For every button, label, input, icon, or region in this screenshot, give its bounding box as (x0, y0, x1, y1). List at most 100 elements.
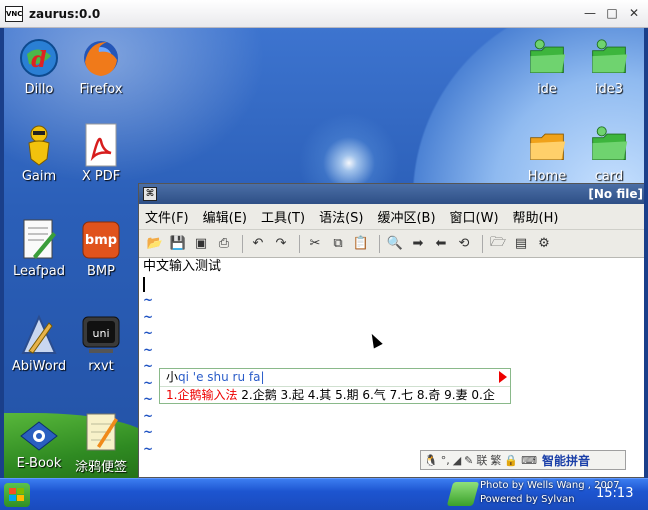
find-prev-icon[interactable]: ⬅ (431, 234, 451, 254)
menu-file[interactable]: 文件(F) (145, 207, 189, 226)
settings-icon[interactable]: ✎ (464, 454, 473, 467)
desktop: d Dillo Firefox Gaim X PDF Leafpad bmp B… (4, 28, 644, 478)
empty-line-marker: ~ (143, 425, 154, 439)
menubar: 文件(F) 编辑(E) 工具(T) 语法(S) 缓冲区(B) 窗口(W) 帮助(… (139, 204, 644, 230)
save-session-icon[interactable]: ▤ (511, 234, 531, 254)
redo-icon[interactable]: ↷ (271, 234, 291, 254)
editor-file-status: [No file] (588, 187, 643, 201)
vnc-logo-icon: VNC (5, 5, 23, 22)
dillo-icon: d (19, 36, 59, 80)
notepad-icon (81, 410, 121, 454)
punctuation-icon[interactable]: °, (441, 454, 450, 467)
desktop-icon-firefox[interactable]: Firefox (66, 36, 136, 97)
find-icon[interactable]: 🔍 (385, 234, 405, 254)
ime-candidate-list[interactable]: 1.企鹅输入法 2.企鹅 3.起 4.其 5.期 6.气 7.七 8.奇 9.妻… (160, 386, 510, 403)
terminal-icon: uni (81, 313, 121, 357)
svg-text:d: d (31, 47, 46, 73)
desktop-icon-rxvt[interactable]: uni rxvt (66, 313, 136, 374)
empty-line-marker: ~ (143, 408, 154, 423)
desktop-icon-card[interactable]: card (574, 123, 644, 184)
folder-icon (527, 36, 567, 80)
replace-icon[interactable]: ⟲ (454, 234, 474, 254)
menu-buffers[interactable]: 缓冲区(B) (377, 207, 435, 226)
bmp-badge-text: bmp (85, 233, 117, 248)
menu-edit[interactable]: 编辑(E) (203, 207, 247, 226)
ime-candidate-first[interactable]: 1.企鹅输入法 (166, 388, 237, 402)
folder-icon (589, 123, 629, 167)
ime-candidate-rest[interactable]: 2.企鹅 3.起 4.其 5.期 6.气 7.七 8.奇 9.妻 0.企 (241, 388, 495, 402)
text-line: 中文输入测试 (143, 259, 222, 274)
text-area[interactable]: 中文输入测试 ~ ~ ~ ~ ~ ~ ~ ~ ~ ~ (139, 258, 644, 457)
tray-logo-icon (446, 482, 480, 506)
ime-mode-label[interactable]: 智能拼音 (542, 452, 590, 469)
close-button[interactable]: ✕ (628, 6, 640, 20)
desktop-icon-ebook[interactable]: E-Book (4, 410, 74, 471)
empty-line-marker: ~ (143, 309, 154, 324)
abiword-icon (19, 313, 59, 357)
windows-logo-icon (9, 488, 24, 501)
ime-status-bar: 🐧 °, ◢ ✎ 联 繁 🔒 ⌨ 智能拼音 (420, 450, 626, 470)
ime-candidate-window: 小qi 'e shu ru fa| 1.企鹅输入法 2.企鹅 3.起 4.其 5… (159, 368, 511, 404)
run-script-icon[interactable]: ⚙ (534, 234, 554, 254)
menu-syntax[interactable]: 语法(S) (319, 207, 363, 226)
paste-icon[interactable]: 📋 (351, 234, 371, 254)
toolbar: 📂 💾 ▣ ⎙ ↶ ↷ ✂ ⧉ 📋 🔍 ➡ ⬅ ⟲ 🗁 ▤ ⚙ (139, 230, 644, 258)
menu-window[interactable]: 窗口(W) (450, 207, 499, 226)
ime-preedit-cursor: | (260, 370, 265, 384)
fullwidth-icon[interactable]: ◢ (453, 454, 461, 467)
ime-preedit-pinyin: qi 'e shu ru fa (178, 370, 261, 384)
desktop-icon-abiword[interactable]: AbiWord (4, 313, 74, 374)
empty-line-marker: ~ (143, 342, 154, 357)
desktop-icon-home[interactable]: Home (512, 123, 582, 184)
desktop-icon-xpdf[interactable]: X PDF (66, 123, 136, 184)
minimize-button[interactable]: — (584, 6, 596, 20)
print-icon[interactable]: ⎙ (214, 234, 234, 254)
toolbar-separator (482, 234, 483, 253)
window-titlebar: VNC zaurus:0.0 — □ ✕ (0, 0, 648, 28)
load-session-icon[interactable]: 🗁 (488, 234, 508, 254)
maximize-button[interactable]: □ (606, 6, 618, 20)
open-icon[interactable]: 📂 (145, 234, 165, 254)
undo-icon[interactable]: ↶ (248, 234, 268, 254)
desktop-icon-dillo[interactable]: d Dillo (4, 36, 74, 97)
cut-icon[interactable]: ✂ (305, 234, 325, 254)
find-next-icon[interactable]: ➡ (408, 234, 428, 254)
window-title: zaurus:0.0 (29, 6, 101, 21)
keyboard-icon[interactable]: ⌨ (521, 454, 537, 467)
editor-window: ⌘ [No file] 文件(F) 编辑(E) 工具(T) 语法(S) 缓冲区(… (138, 183, 644, 478)
empty-line-marker: ~ (143, 293, 154, 307)
ime-preedit-prefix: 小 (166, 370, 179, 384)
text-caret (143, 277, 145, 292)
lock-icon[interactable]: 🔒 (504, 454, 518, 467)
desktop-icon-ide[interactable]: ide (512, 36, 582, 97)
gaim-icon (19, 123, 59, 167)
toolbar-separator (379, 234, 380, 253)
bmp-icon: bmp (81, 218, 121, 262)
clock[interactable]: 15:13 (596, 486, 633, 501)
desktop-icon-bmp[interactable]: bmp BMP (66, 218, 136, 279)
start-button[interactable] (4, 483, 30, 507)
ebook-icon (19, 410, 59, 454)
home-folder-icon (527, 123, 567, 167)
desktop-icon-leafpad[interactable]: Leafpad (4, 218, 74, 279)
ime-next-page-arrow-icon[interactable] (499, 371, 507, 383)
desktop-icon-ide3[interactable]: ide3 (574, 36, 644, 97)
save-icon[interactable]: 💾 (168, 234, 188, 254)
firefox-icon (81, 36, 121, 80)
penguin-icon[interactable]: 🐧 (424, 454, 438, 467)
menu-tools[interactable]: 工具(T) (261, 207, 305, 226)
desktop-icon-notepad[interactable]: 涂鸦便签 (66, 410, 136, 475)
leafpad-icon (19, 218, 59, 262)
toolbar-separator (242, 234, 243, 253)
taskbar: Photo by Wells Wang , 2007 Powered by Sy… (0, 478, 648, 510)
copy-icon[interactable]: ⧉ (328, 234, 348, 254)
save-all-icon[interactable]: ▣ (191, 234, 211, 254)
pdf-icon (81, 123, 121, 167)
editor-titlebar[interactable]: ⌘ [No file] (139, 184, 644, 204)
ime-status-fan[interactable]: 繁 (490, 452, 501, 468)
vim-icon[interactable]: ⌘ (143, 187, 157, 201)
menu-help[interactable]: 帮助(H) (513, 207, 559, 226)
window-controls: — □ ✕ (584, 6, 640, 20)
ime-status-lian[interactable]: 联 (476, 452, 487, 468)
desktop-icon-gaim[interactable]: Gaim (4, 123, 74, 184)
